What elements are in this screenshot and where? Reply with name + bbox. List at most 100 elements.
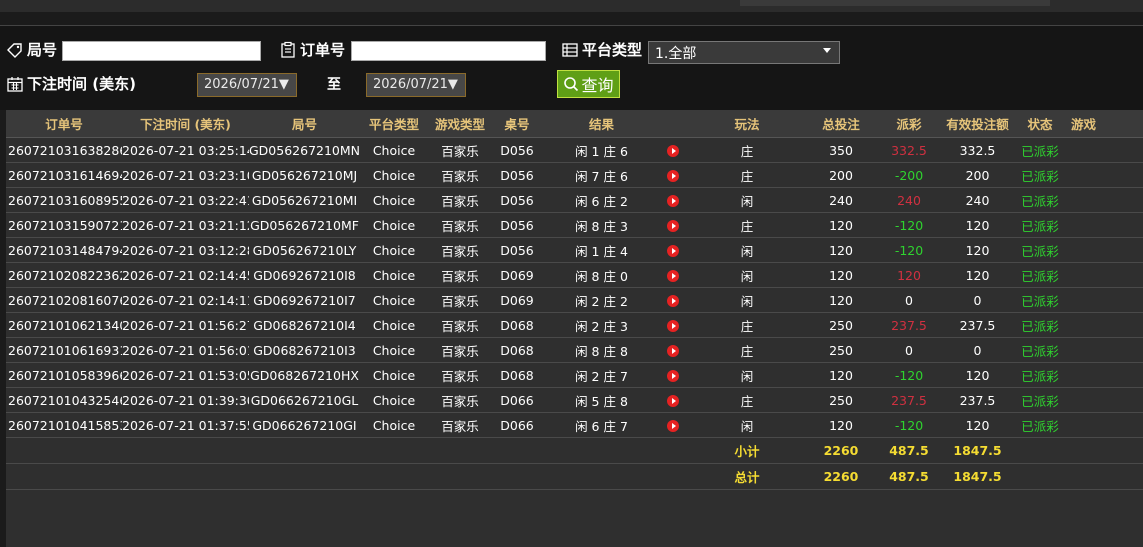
empty-cell	[249, 463, 360, 490]
game-type-cell: 百家乐	[428, 362, 492, 388]
play-video-icon[interactable]	[667, 270, 679, 282]
platform-select[interactable]: 1.全部	[648, 41, 840, 64]
platform-cell: Choice	[360, 187, 428, 213]
platform-cell: Choice	[360, 387, 428, 413]
bet-time-cell: 2026-07-21 03:25:14	[122, 137, 249, 163]
round-id-cell: GD056267210MF	[249, 212, 360, 238]
result-cell: 闲 8 庄 0	[542, 262, 661, 288]
video-cell[interactable]	[661, 162, 685, 188]
play-video-icon[interactable]	[667, 395, 679, 407]
total-bet-cell: 120	[809, 287, 873, 313]
play-video-icon[interactable]	[667, 220, 679, 232]
result-cell: 闲 8 庄 3	[542, 212, 661, 238]
bet-time-cell: 2026-07-21 02:14:45	[122, 262, 249, 288]
order-id-cell: 260721010616931	[6, 337, 122, 363]
video-cell[interactable]	[661, 287, 685, 313]
total-payout: 487.5	[873, 463, 945, 490]
result-cell: 闲 2 庄 7	[542, 362, 661, 388]
total-bet-cell: 250	[809, 312, 873, 338]
bet-time-cell: 2026-07-21 03:23:10	[122, 162, 249, 188]
platform-cell: Choice	[360, 362, 428, 388]
video-cell[interactable]	[661, 237, 685, 263]
play-video-icon[interactable]	[667, 195, 679, 207]
bet-time-cell: 2026-07-21 01:39:30	[122, 387, 249, 413]
total-row: 总计 2260 487.5 1847.5	[6, 463, 1143, 490]
round-label-text: 局号	[27, 41, 58, 59]
video-cell[interactable]	[661, 337, 685, 363]
video-cell[interactable]	[661, 262, 685, 288]
table-no-cell: D056	[492, 237, 542, 263]
empty-cell	[1010, 463, 1070, 490]
empty-cell	[492, 437, 542, 464]
total-bet: 2260	[809, 463, 873, 490]
bet-time-filter-label: 下注时间 (美东)	[6, 73, 136, 94]
top-bar	[0, 0, 1143, 12]
video-cell[interactable]	[661, 312, 685, 338]
order-input[interactable]	[351, 41, 546, 61]
result-cell: 闲 7 庄 6	[542, 162, 661, 188]
header-col-order: 订单号	[6, 110, 122, 138]
table-row: 260721010415853 2026-07-21 01:37:55 GD0662…	[6, 412, 1143, 438]
game-cell	[1070, 262, 1143, 288]
table-row: 260721031638286 2026-07-21 03:25:14 GD0562…	[6, 137, 1143, 163]
play-video-icon[interactable]	[667, 370, 679, 382]
video-cell[interactable]	[661, 187, 685, 213]
game-type-cell: 百家乐	[428, 212, 492, 238]
total-bet-cell: 240	[809, 187, 873, 213]
header-col-game-type: 游戏类型	[428, 110, 492, 138]
bet-time-cell: 2026-07-21 03:21:12	[122, 212, 249, 238]
video-cell[interactable]	[661, 362, 685, 388]
empty-cell	[249, 437, 360, 464]
top-bar-field	[740, 0, 1050, 6]
subtotal-label: 小计	[685, 437, 809, 464]
platform-cell: Choice	[360, 287, 428, 313]
query-button[interactable]: 查询	[557, 70, 620, 98]
empty-cell	[6, 437, 122, 464]
calendar-icon	[6, 75, 24, 93]
order-id-cell: 260721010583966	[6, 362, 122, 388]
game-type-cell: 百家乐	[428, 387, 492, 413]
valid-bet-cell: 237.5	[945, 387, 1010, 413]
table-header-row: 订单号 下注时间 (美东) 局号 平台类型 游戏类型 桌号 结果 玩法 总投注 派彩 有效投注额 状态…	[6, 110, 1143, 138]
play-cell: 闲	[685, 187, 809, 213]
valid-bet-cell: 0	[945, 287, 1010, 313]
video-cell[interactable]	[661, 412, 685, 438]
game-cell	[1070, 187, 1143, 213]
play-video-icon[interactable]	[667, 320, 679, 332]
game-cell	[1070, 287, 1143, 313]
play-video-icon[interactable]	[667, 145, 679, 157]
date-to-picker[interactable]: 2026/07/21▼	[366, 73, 466, 97]
game-cell	[1070, 387, 1143, 413]
empty-cell	[360, 463, 428, 490]
platform-selected-value: 1.全部	[655, 46, 697, 62]
clipboard-icon	[279, 41, 297, 59]
platform-cell: Choice	[360, 137, 428, 163]
video-cell[interactable]	[661, 387, 685, 413]
payout-cell: 240	[873, 187, 945, 213]
table-no-cell: D068	[492, 362, 542, 388]
game-type-cell: 百家乐	[428, 237, 492, 263]
date-from-picker[interactable]: 2026/07/21▼	[197, 73, 297, 97]
table-row: 260721010616931 2026-07-21 01:56:01 GD0682…	[6, 337, 1143, 363]
play-video-icon[interactable]	[667, 170, 679, 182]
platform-cell: Choice	[360, 412, 428, 438]
platform-label-text: 平台类型	[582, 41, 643, 59]
header-col-platform: 平台类型	[360, 110, 428, 138]
play-video-icon[interactable]	[667, 345, 679, 357]
order-id-cell: 260721010432546	[6, 387, 122, 413]
play-video-icon[interactable]	[667, 295, 679, 307]
video-cell[interactable]	[661, 212, 685, 238]
platform-filter-label: 平台类型	[561, 39, 642, 60]
order-id-cell: 260721020822362	[6, 262, 122, 288]
game-cell	[1070, 137, 1143, 163]
result-cell: 闲 1 庄 4	[542, 237, 661, 263]
round-input[interactable]	[62, 41, 261, 61]
empty-cell	[1070, 437, 1143, 464]
table-row: 260721010432546 2026-07-21 01:39:30 GD0662…	[6, 387, 1143, 413]
game-type-cell: 百家乐	[428, 262, 492, 288]
table-no-cell: D069	[492, 287, 542, 313]
round-id-cell: GD056267210MJ	[249, 162, 360, 188]
play-video-icon[interactable]	[667, 245, 679, 257]
video-cell[interactable]	[661, 137, 685, 163]
play-video-icon[interactable]	[667, 420, 679, 432]
